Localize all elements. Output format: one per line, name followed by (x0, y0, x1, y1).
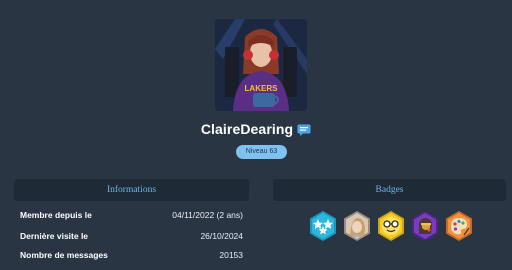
level-badge: Niveau 63 (236, 145, 287, 159)
info-value: 20153 (219, 250, 243, 260)
info-label: Nombre de messages (20, 250, 108, 260)
info-value: 04/11/2022 (2 ans) (172, 210, 243, 220)
stars-hexagon-icon[interactable] (307, 210, 339, 242)
informations-header: Informations (14, 179, 249, 201)
username-row: ClaireDearing (0, 120, 512, 138)
svg-text:LAKERS: LAKERS (245, 84, 279, 93)
avatar-photo-icon: LAKERS (215, 19, 307, 111)
info-row-member-since: Membre depuis le 04/11/2022 (2 ans) (20, 208, 243, 222)
message-icon[interactable] (297, 123, 311, 136)
portrait-hexagon-icon[interactable] (341, 210, 373, 242)
info-label: Membre depuis le (20, 210, 92, 220)
avatar[interactable]: LAKERS (215, 19, 307, 111)
info-label: Dernière visite le (20, 231, 89, 241)
info-row-last-visit: Dernière visite le 26/10/2024 (20, 229, 243, 243)
badges-header: Badges (273, 179, 506, 201)
username: ClaireDearing (200, 121, 294, 137)
palette-hexagon-icon[interactable] (443, 210, 475, 242)
info-value: 26/10/2024 (200, 231, 243, 241)
cyborg-hexagon-icon[interactable] (409, 210, 441, 242)
info-row-message-count: Nombre de messages 20153 (20, 248, 243, 262)
badges-list (307, 210, 475, 242)
glasses-face-hexagon-icon[interactable] (375, 210, 407, 242)
